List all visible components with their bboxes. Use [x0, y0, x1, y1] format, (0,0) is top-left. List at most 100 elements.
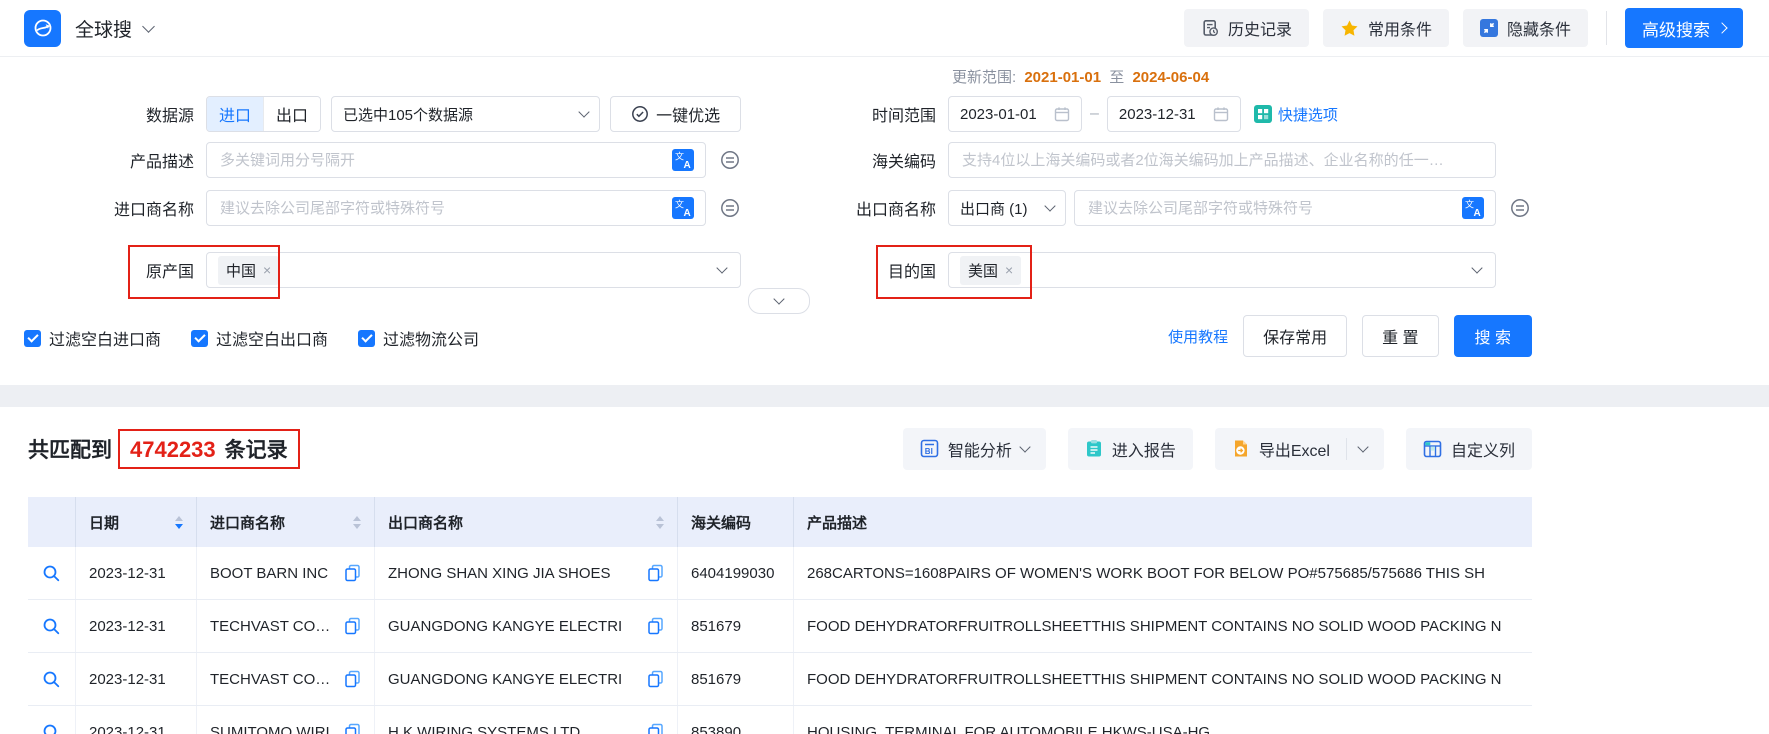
- translate-icon[interactable]: 文 A: [1462, 197, 1484, 219]
- excel-export-icon: [1234, 440, 1247, 457]
- table-row: 2023-12-31 TECHVAST CORP GUANGDONG KANGY…: [28, 653, 1532, 706]
- copy-icon[interactable]: [647, 723, 664, 734]
- update-range-label: 更新范围:: [952, 69, 1017, 86]
- exporter-type-select[interactable]: 出口商 (1): [948, 190, 1066, 226]
- importer-cell: TECHVAST CORP: [196, 600, 374, 652]
- one-click-optimize-button[interactable]: 一键优选: [610, 96, 741, 132]
- smart-analysis-button[interactable]: BI 智能分析: [902, 427, 1046, 470]
- importer-name: TECHVAST CORP: [210, 617, 336, 635]
- hs-code-input[interactable]: [960, 150, 1484, 170]
- data-source-select-value: 已选中105个数据源: [343, 106, 474, 124]
- header-exporter[interactable]: 出口商名称: [374, 497, 677, 547]
- checkbox-filter-logistics[interactable]: 过滤物流公司: [358, 326, 479, 350]
- results-summary: 共匹配到 4742233 条记录: [28, 428, 300, 469]
- app-name: 全球搜: [75, 19, 133, 41]
- view-detail-icon[interactable]: [42, 670, 61, 689]
- collapse-icon: [1479, 19, 1498, 37]
- data-source-select[interactable]: 已选中105个数据源: [331, 96, 601, 132]
- collapse-conditions-button[interactable]: [748, 288, 810, 314]
- advanced-search-button[interactable]: 高级搜索: [1625, 8, 1743, 48]
- view-detail-icon[interactable]: [42, 564, 61, 583]
- search-actions: 使用教程 保存常用 重 置 搜 索: [1168, 314, 1532, 358]
- record-unit: 条记录: [224, 438, 288, 462]
- history-button[interactable]: 历史记录: [1183, 9, 1309, 47]
- date-start-input[interactable]: 2023-01-01: [948, 96, 1082, 132]
- shortcut-options-link[interactable]: 快捷选项: [1253, 104, 1338, 125]
- svg-text:A: A: [684, 208, 691, 219]
- copy-icon[interactable]: [344, 723, 361, 734]
- tutorial-link[interactable]: 使用教程: [1168, 326, 1228, 347]
- update-range: 更新范围: 2021-01-01 至 2024-06-04: [952, 66, 1213, 87]
- origin-country-tag-text: 中国: [226, 262, 257, 280]
- summary-prefix: 共匹配到: [28, 438, 112, 462]
- app-switch-chevron-icon[interactable]: [142, 19, 155, 33]
- record-count: 4742233: [130, 436, 216, 462]
- exclude-icon[interactable]: [719, 197, 741, 219]
- exclude-icon[interactable]: [719, 149, 741, 171]
- export-excel-button[interactable]: 导出Excel: [1214, 427, 1384, 470]
- update-range-start: 2021-01-01: [1024, 69, 1102, 86]
- exporter-input[interactable]: [1086, 198, 1454, 218]
- product-desc-input[interactable]: [218, 150, 664, 170]
- header-hs-label: 海关编码: [691, 514, 752, 532]
- tag-close-icon[interactable]: ×: [1005, 263, 1013, 277]
- date-cell: 2023-12-31: [75, 706, 196, 734]
- globe-icon: [34, 19, 51, 37]
- translate-icon[interactable]: 文 A: [672, 149, 694, 171]
- reset-button[interactable]: 重 置: [1362, 315, 1439, 357]
- sort-icons[interactable]: [167, 515, 183, 529]
- copy-icon[interactable]: [647, 617, 664, 635]
- custom-columns-button[interactable]: 自定义列: [1405, 427, 1532, 470]
- dest-country-select[interactable]: 美国 ×: [948, 252, 1496, 288]
- update-range-to: 至: [1109, 69, 1125, 86]
- copy-icon[interactable]: [647, 670, 664, 688]
- checkbox-label: 过滤空白进口商: [49, 332, 162, 349]
- translate-icon[interactable]: 文 A: [672, 197, 694, 219]
- chevron-down-icon: [1044, 200, 1056, 212]
- dest-country-tag: 美国 ×: [960, 255, 1022, 285]
- exclude-icon[interactable]: [1509, 197, 1531, 219]
- enter-report-button[interactable]: 进入报告: [1067, 427, 1193, 470]
- view-detail-icon[interactable]: [42, 617, 61, 636]
- tab-export[interactable]: 出口: [263, 97, 320, 131]
- sort-icons[interactable]: [648, 515, 664, 529]
- copy-icon[interactable]: [647, 564, 664, 582]
- copy-icon[interactable]: [344, 670, 361, 688]
- section-divider-band: [0, 385, 1769, 407]
- app-logo[interactable]: [24, 9, 61, 47]
- results-toolbar: BI 智能分析 进入报告 导出Excel 自定义列: [902, 427, 1532, 470]
- search-button[interactable]: 搜 索: [1453, 315, 1532, 357]
- page: 全球搜 历史记录 常用条件 隐藏条件 高级搜索 更新范围: 2021-01-01…: [0, 0, 1769, 734]
- importer-cell: BOOT BARN INC: [196, 547, 374, 599]
- favorites-label: 常用条件: [1367, 22, 1432, 39]
- header-date[interactable]: 日期: [75, 497, 196, 547]
- date-cell: 2023-12-31: [75, 600, 196, 652]
- view-detail-icon[interactable]: [42, 723, 61, 734]
- chevron-down-icon[interactable]: [1357, 440, 1369, 453]
- product-desc-cell: HOUSING, TERMINAL FOR AUTOMOBILE,HKWS-US…: [793, 706, 1532, 734]
- sort-icons[interactable]: [345, 515, 361, 529]
- checkbox-filter-blank-exporter[interactable]: 过滤空白出口商: [191, 326, 328, 350]
- hide-conditions-button[interactable]: 隐藏条件: [1462, 9, 1588, 47]
- copy-icon[interactable]: [344, 617, 361, 635]
- origin-country-select[interactable]: 中国 ×: [206, 252, 741, 288]
- date-end-input[interactable]: 2023-12-31: [1106, 96, 1241, 132]
- importer-cell: SUMITOMO WIRI: [196, 706, 374, 734]
- topbar-divider: [1606, 11, 1607, 45]
- checkbox-filter-blank-importer[interactable]: 过滤空白进口商: [24, 326, 161, 350]
- tab-import[interactable]: 进口: [207, 97, 263, 131]
- search-panel: 更新范围: 2021-01-01 至 2024-06-04 数据源 进口 出口 …: [0, 57, 1769, 385]
- tag-close-icon[interactable]: ×: [263, 263, 271, 277]
- save-favorite-button[interactable]: 保存常用: [1243, 315, 1348, 357]
- bi-analysis-icon: BI: [920, 439, 939, 458]
- results-table: 日期 进口商名称 出口商名称 海关编码 产品描述 2023-12-31 BOOT…: [28, 497, 1532, 734]
- sort-down-icon: [175, 523, 183, 529]
- row-detail-cell: [28, 547, 75, 599]
- history-icon: [1203, 19, 1218, 37]
- copy-icon[interactable]: [344, 564, 361, 582]
- header-importer[interactable]: 进口商名称: [196, 497, 374, 547]
- row-data-source: 数据源 进口 出口 已选中105个数据源 一键优选 时间范围 2023-01-0…: [24, 96, 1532, 132]
- favorites-button[interactable]: 常用条件: [1322, 9, 1449, 47]
- importer-input[interactable]: [218, 198, 664, 218]
- exporter-name: GUANGDONG KANGYE ELECTRI: [388, 617, 623, 635]
